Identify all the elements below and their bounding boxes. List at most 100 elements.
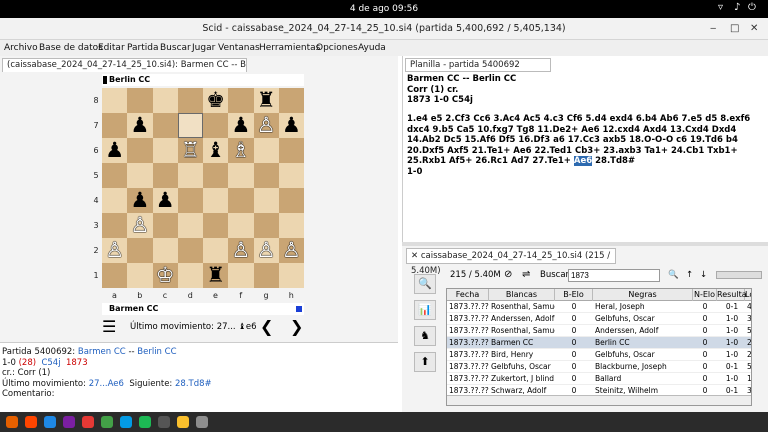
piece-b7[interactable]: ♟ [127, 113, 152, 138]
menu-base-de-datos[interactable]: Base de datos [39, 42, 103, 54]
col-b-elo[interactable]: B-Elo [555, 289, 593, 301]
horizontal-scrollbar[interactable] [447, 395, 751, 405]
taskbar-app-icon[interactable] [120, 416, 132, 428]
taskbar-app-icon[interactable] [101, 416, 113, 428]
power-icon[interactable]: ⏻ [748, 2, 756, 14]
info-last-move[interactable]: 27...Ae6 [89, 379, 124, 389]
square-f4[interactable] [228, 188, 254, 213]
square-c3[interactable] [152, 213, 178, 238]
piece-e6[interactable]: ♝ [203, 138, 228, 163]
table-row[interactable]: 1873.??.?? Anderssen, Adolf 0 Gelbfuhs, Osc… [447, 313, 751, 325]
taskbar-app-icon[interactable] [139, 416, 151, 428]
square-f3[interactable] [228, 213, 254, 238]
position-slider[interactable] [716, 271, 762, 279]
volume-icon[interactable]: ♪ [734, 2, 740, 14]
square-g4[interactable] [253, 188, 279, 213]
square-a3[interactable] [102, 213, 128, 238]
board-tool-icon[interactable]: ♞ [414, 326, 436, 346]
chess-board[interactable]: ♚ ♜ ♟ ♟ ♙ ♟ ♟ ♖ ♝ ♗ ♟ ♟ ♙ ♙ ♙ ♙ ♙ ♔ ♜ [102, 88, 304, 288]
square-f8[interactable] [228, 88, 254, 113]
square-d2[interactable] [177, 238, 203, 263]
notation-tab[interactable]: Planilla - partida 5400692 [405, 58, 551, 72]
piece-h2[interactable]: ♙ [279, 238, 304, 263]
piece-c1[interactable]: ♔ [153, 263, 178, 288]
square-c5[interactable] [152, 163, 178, 188]
minimize-button[interactable]: ‒ [710, 23, 716, 35]
close-tab-icon[interactable]: ✕ [411, 251, 421, 261]
next-move-button[interactable]: ❯ [290, 318, 303, 336]
square-g6[interactable] [253, 138, 279, 163]
square-g1[interactable] [253, 263, 279, 288]
search-input[interactable] [568, 269, 660, 282]
square-h5[interactable] [278, 163, 304, 188]
search-icon[interactable]: 🔍 [668, 268, 679, 282]
stats-tool-icon[interactable]: 📊 [414, 300, 436, 320]
filter-settings-icon[interactable]: ⇌ [522, 268, 530, 282]
menu-ventanas[interactable]: Ventanas [218, 42, 260, 54]
piece-d6[interactable]: ♖ [178, 138, 203, 163]
prev-move-button[interactable]: ❮ [260, 318, 273, 336]
square-d8[interactable] [177, 88, 203, 113]
square-h1[interactable] [278, 263, 304, 288]
square-g3[interactable] [253, 213, 279, 238]
square-h6[interactable] [278, 138, 304, 163]
square-h8[interactable] [278, 88, 304, 113]
board-tab[interactable]: (caissabase_2024_04_27-14_25_10.si4): Ba… [2, 58, 247, 72]
table-row[interactable]: 1873.??.?? Bird, Henry 0 Gelbfuhs, Oscar 0 1-… [447, 349, 751, 361]
taskbar-app-icon[interactable] [6, 416, 18, 428]
square-a4[interactable] [102, 188, 128, 213]
piece-f2[interactable]: ♙ [228, 238, 253, 263]
piece-b4[interactable]: ♟ [127, 188, 152, 213]
scroll-up-button[interactable]: ↑ [686, 268, 693, 282]
square-e3[interactable] [203, 213, 229, 238]
taskbar-app-icon[interactable] [63, 416, 75, 428]
menu-jugar[interactable]: Jugar [192, 42, 215, 54]
piece-g2[interactable]: ♙ [254, 238, 279, 263]
current-move[interactable]: Ae6 [573, 156, 593, 166]
square-b6[interactable] [127, 138, 153, 163]
square-h3[interactable] [278, 213, 304, 238]
menu-buscar[interactable]: Buscar [160, 42, 191, 54]
square-e7[interactable] [203, 113, 229, 138]
menu-ayuda[interactable]: Ayuda [358, 42, 386, 54]
menu-partida[interactable]: Partida [127, 42, 159, 54]
square-f5[interactable] [228, 163, 254, 188]
search-tool-icon[interactable]: 🔍 [414, 274, 436, 294]
games-table[interactable]: Fecha Blancas B-Elo Negras N-Elo Resulta… [446, 288, 752, 406]
taskbar-app-icon[interactable] [177, 416, 189, 428]
wifi-icon[interactable]: ▿ [718, 2, 723, 14]
piece-g8[interactable]: ♜ [254, 88, 279, 113]
col-n-elo[interactable]: N-Elo [693, 289, 717, 301]
taskbar-app-icon[interactable] [158, 416, 170, 428]
square-a5[interactable] [102, 163, 128, 188]
piece-f6[interactable]: ♗ [228, 138, 253, 163]
table-row[interactable]: 1873.??.?? Gelbfuhs, Oscar 0 Blackburne, Jo… [447, 361, 751, 373]
piece-h7[interactable]: ♟ [279, 113, 304, 138]
taskbar-app-icon[interactable] [196, 416, 208, 428]
piece-c4[interactable]: ♟ [153, 188, 178, 213]
square-c2[interactable] [152, 238, 178, 263]
table-row[interactable]: 1873.??.?? Barmen CC 0 Berlin CC 0 1-0 2 [447, 337, 751, 349]
maximize-button[interactable]: □ [730, 23, 739, 35]
square-d5[interactable] [177, 163, 203, 188]
col-fecha[interactable]: Fecha [447, 289, 489, 301]
piece-a2[interactable]: ♙ [102, 238, 127, 263]
menu-opciones[interactable]: Opciones [316, 42, 358, 54]
piece-g7[interactable]: ♙ [254, 113, 279, 138]
square-d3[interactable] [177, 213, 203, 238]
piece-b3[interactable]: ♙ [127, 213, 152, 238]
taskbar-app-icon[interactable] [25, 416, 37, 428]
menu-herramientas[interactable]: Herramientas [259, 42, 320, 54]
piece-e1[interactable]: ♜ [203, 263, 228, 288]
info-white-player[interactable]: Barmen CC [78, 347, 126, 357]
col-longitud[interactable]: Lo [745, 289, 751, 301]
square-d1[interactable] [177, 263, 203, 288]
piece-a6[interactable]: ♟ [102, 138, 127, 163]
square-c7[interactable] [152, 113, 178, 138]
square-b1[interactable] [127, 263, 153, 288]
piece-e8[interactable]: ♚ [203, 88, 228, 113]
database-tab[interactable]: ✕ caissabase_2024_04_27-14_25_10.si4 (21… [406, 248, 616, 276]
col-blancas[interactable]: Blancas [489, 289, 555, 301]
square-c8[interactable] [152, 88, 178, 113]
square-h4[interactable] [278, 188, 304, 213]
